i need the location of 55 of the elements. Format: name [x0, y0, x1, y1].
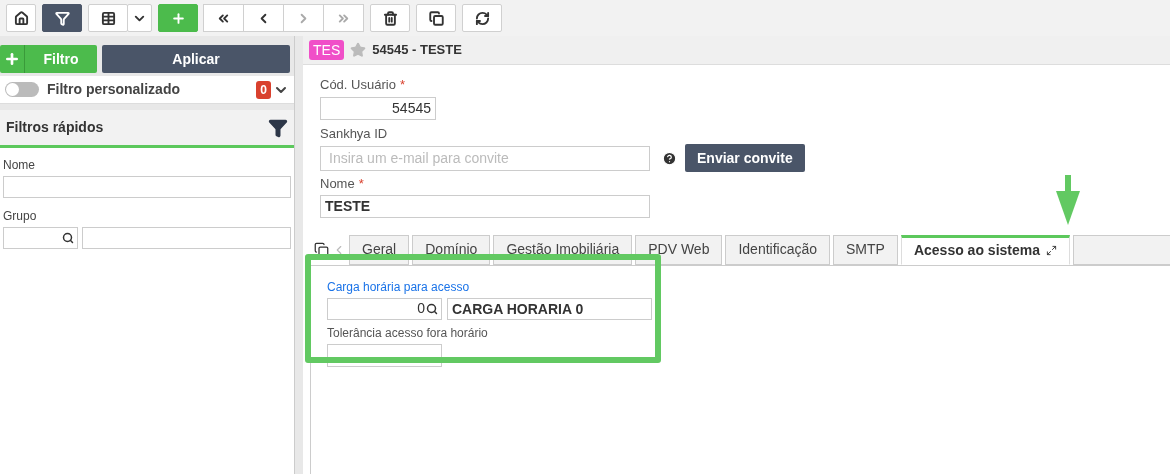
count-badge: 0 [256, 80, 271, 99]
field-label: Sankhya ID [320, 124, 389, 143]
tab[interactable]: Identificação [725, 234, 831, 265]
plus-icon [4, 51, 20, 67]
field-label: Carga horária para acesso [327, 278, 471, 296]
module-badge: TES [309, 40, 345, 60]
dropdown-button[interactable] [127, 4, 152, 32]
star-icon[interactable] [350, 42, 367, 58]
custom-filter-label: Filtro personalizado [47, 80, 181, 99]
field-label: Grupo [3, 208, 38, 225]
refresh-button[interactable] [462, 4, 502, 32]
home-icon [13, 10, 29, 26]
tab[interactable]: SMTP [833, 234, 898, 265]
description-field[interactable]: CARGA HORARIA 0 [447, 297, 652, 320]
panel-title: Filtros rápidos [6, 118, 104, 137]
input-field[interactable] [82, 227, 291, 249]
toggle-switch[interactable] [5, 82, 39, 97]
input-field[interactable]: TESTE [320, 194, 650, 218]
lookup-field[interactable] [3, 227, 78, 249]
filter-settings-icon[interactable] [268, 117, 288, 138]
plus-icon [170, 10, 186, 26]
copy-button[interactable] [416, 4, 456, 32]
email-field[interactable]: Insira um e-mail para convite [320, 145, 650, 171]
table-icon [100, 10, 116, 26]
arrow-icon [1054, 175, 1082, 227]
filter-icon [54, 10, 70, 26]
home-button[interactable] [6, 4, 36, 32]
input-field[interactable] [3, 176, 291, 198]
tab[interactable]: Acesso ao sistema [900, 234, 1070, 265]
prev-button[interactable] [243, 4, 284, 32]
field-label: Nome [320, 175, 355, 193]
help-icon[interactable] [662, 150, 677, 166]
refresh-icon [474, 10, 490, 26]
field-label: Cód. Usuário [320, 76, 396, 94]
record-title: 54545 - TESTE [372, 41, 462, 60]
lookup-field[interactable]: 0 [327, 297, 442, 320]
tab[interactable]: PDV Web [635, 234, 723, 265]
input-field[interactable] [327, 343, 442, 367]
required-mark: * [358, 175, 364, 193]
apply-button[interactable]: Aplicar [102, 45, 290, 73]
copy-icon[interactable] [314, 241, 329, 257]
copy-icon [428, 10, 444, 26]
expand-icon [1046, 245, 1057, 256]
search-icon [62, 232, 74, 244]
search-icon [426, 302, 438, 315]
required-mark: * [399, 76, 405, 94]
send-invite-button[interactable]: Enviar convite [685, 144, 805, 172]
input-field[interactable]: 54545 [320, 96, 436, 120]
trash-icon [382, 10, 398, 26]
field-label: Tolerância acesso fora horário [327, 324, 489, 342]
grid-button[interactable] [88, 4, 128, 32]
delete-button[interactable] [370, 4, 410, 32]
field-label: Nome [3, 157, 36, 174]
filter-button[interactable] [42, 4, 82, 32]
first-button[interactable] [203, 4, 244, 32]
